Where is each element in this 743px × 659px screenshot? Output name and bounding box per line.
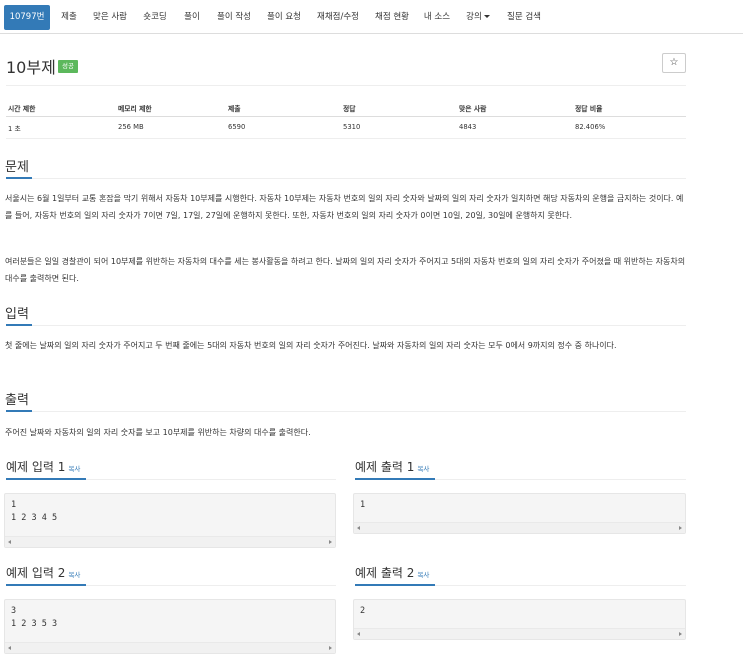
problem-info-header: 시간 제한 메모리 제한 제출 정답 맞은 사람 정답 비율 <box>6 99 686 117</box>
scroll-left-icon[interactable] <box>8 646 11 650</box>
scroll-right-icon[interactable] <box>679 526 682 530</box>
tab-submit[interactable]: 제출 <box>55 5 83 30</box>
sample-output-2-text: 2 <box>360 606 366 616</box>
copy-sample-output-2-button[interactable]: 복사 <box>417 571 429 579</box>
problem-section-title: 문제 <box>5 160 29 175</box>
problem-info-row: 1 초 256 MB 6590 5310 4843 82.406% <box>6 119 686 139</box>
sample-output-2-label: 예제 출력 2 <box>355 566 415 580</box>
sample-input-1-scrollbar[interactable] <box>5 536 335 547</box>
sample-output-1-label: 예제 출력 1 <box>355 460 415 474</box>
sample-input-1-title: 예제 입력 1 복사 <box>6 458 80 475</box>
tab-short-coding[interactable]: 숏코딩 <box>138 5 172 30</box>
tab-my-source[interactable]: 내 소스 <box>420 5 454 30</box>
header-accepted: 정답 <box>343 105 356 113</box>
sample-input-1-label: 예제 입력 1 <box>6 460 66 474</box>
header-submissions: 제출 <box>228 105 241 113</box>
problem-section-divider <box>6 178 686 179</box>
problem-description-2: 여러분들은 일일 경찰관이 되어 10부제를 위반하는 자동차의 대수를 세는 … <box>5 257 686 283</box>
input-description: 첫 줄에는 날짜의 일의 자리 숫자가 주어지고 두 번째 줄에는 5대의 자동… <box>5 341 617 350</box>
accepted-value: 5310 <box>343 123 361 131</box>
sample-input-2-label: 예제 입력 2 <box>6 566 66 580</box>
status-badge: 성공 <box>58 60 78 73</box>
header-accepted-users: 맞은 사람 <box>459 105 487 113</box>
sample-output-2-box: 2 <box>353 599 686 640</box>
tab-solutions[interactable]: 풀이 <box>178 5 206 30</box>
header-time-limit: 시간 제한 <box>8 105 36 113</box>
sample-input-1-text: 1 1 2 3 4 5 <box>11 500 58 523</box>
favorite-button[interactable]: ☆ <box>662 53 686 73</box>
tab-write-solution[interactable]: 풀이 작성 <box>212 5 256 30</box>
tab-status[interactable]: 채점 현황 <box>370 5 414 30</box>
input-section-divider <box>6 325 686 326</box>
sample-input-2-accent <box>6 584 86 586</box>
problem-description-1: 서울시는 6월 1일부터 교통 혼잡을 막기 위해서 자동차 10부제를 시행한… <box>5 194 684 220</box>
scroll-right-icon[interactable] <box>679 632 682 636</box>
sample-output-2-title: 예제 출력 2 복사 <box>355 564 429 581</box>
caret-down-icon <box>483 15 490 18</box>
accepted-users-value: 4843 <box>459 123 477 131</box>
output-section-title: 출력 <box>5 393 29 408</box>
copy-sample-input-2-button[interactable]: 복사 <box>68 571 80 579</box>
sample-input-2-scrollbar[interactable] <box>5 642 335 653</box>
sample-output-1-box: 1 <box>353 493 686 534</box>
sample-input-1-box: 1 1 2 3 4 5 <box>4 493 336 548</box>
sample-output-1-text: 1 <box>360 500 366 510</box>
problem-section-accent <box>6 177 32 179</box>
sample-input-1-accent <box>6 478 86 480</box>
memory-limit-value: 256 MB <box>118 123 144 131</box>
tab-request-solution[interactable]: 풀이 요청 <box>262 5 306 30</box>
sample-output-1-scrollbar[interactable] <box>354 522 685 533</box>
problem-menu: 10797번 제출 맞은 사람 숏코딩 풀이 풀이 작성 풀이 요청 재채점/수… <box>0 0 743 34</box>
tab-lectures-dropdown[interactable]: 강의 <box>460 5 496 30</box>
scroll-left-icon[interactable] <box>357 526 360 530</box>
problem-page: 10797번 제출 맞은 사람 숏코딩 풀이 풀이 작성 풀이 요청 재채점/수… <box>0 0 743 659</box>
scroll-left-icon[interactable] <box>8 540 11 544</box>
scroll-left-icon[interactable] <box>357 632 360 636</box>
output-description: 주어진 날짜와 자동차의 일의 자리 숫자를 보고 10부제를 위반하는 차량의… <box>5 428 311 437</box>
accepted-ratio-value: 82.406% <box>575 123 606 131</box>
submissions-value: 6590 <box>228 123 246 131</box>
sample-input-2-box: 3 1 2 3 5 3 <box>4 599 336 654</box>
star-icon: ☆ <box>669 57 679 68</box>
sample-output-1-title: 예제 출력 1 복사 <box>355 458 429 475</box>
header-accepted-ratio: 정답 비율 <box>575 105 603 113</box>
scroll-right-icon[interactable] <box>329 540 332 544</box>
input-section-accent <box>6 324 32 326</box>
tab-lectures-label: 강의 <box>466 12 482 22</box>
scroll-right-icon[interactable] <box>329 646 332 650</box>
copy-sample-output-1-button[interactable]: 복사 <box>417 465 429 473</box>
sample-input-2-title: 예제 입력 2 복사 <box>6 564 80 581</box>
sample-output-2-scrollbar[interactable] <box>354 628 685 639</box>
input-section-title: 입력 <box>5 307 29 322</box>
copy-sample-input-1-button[interactable]: 복사 <box>68 465 80 473</box>
output-section-accent <box>6 410 32 412</box>
tab-problem[interactable]: 10797번 <box>4 5 50 30</box>
sample-output-1-accent <box>355 478 435 480</box>
tab-rejudge[interactable]: 재채점/수정 <box>312 5 364 30</box>
tab-question-search[interactable]: 질문 검색 <box>502 5 546 30</box>
tab-accepted-users[interactable]: 맞은 사람 <box>88 5 132 30</box>
time-limit-value: 1 초 <box>8 125 21 133</box>
header-memory-limit: 메모리 제한 <box>118 105 152 113</box>
sample-output-2-accent <box>355 584 435 586</box>
title-divider <box>6 85 686 86</box>
page-title: 10부제 <box>6 58 56 77</box>
output-section-divider <box>6 411 686 412</box>
sample-input-2-text: 3 1 2 3 5 3 <box>11 606 58 629</box>
